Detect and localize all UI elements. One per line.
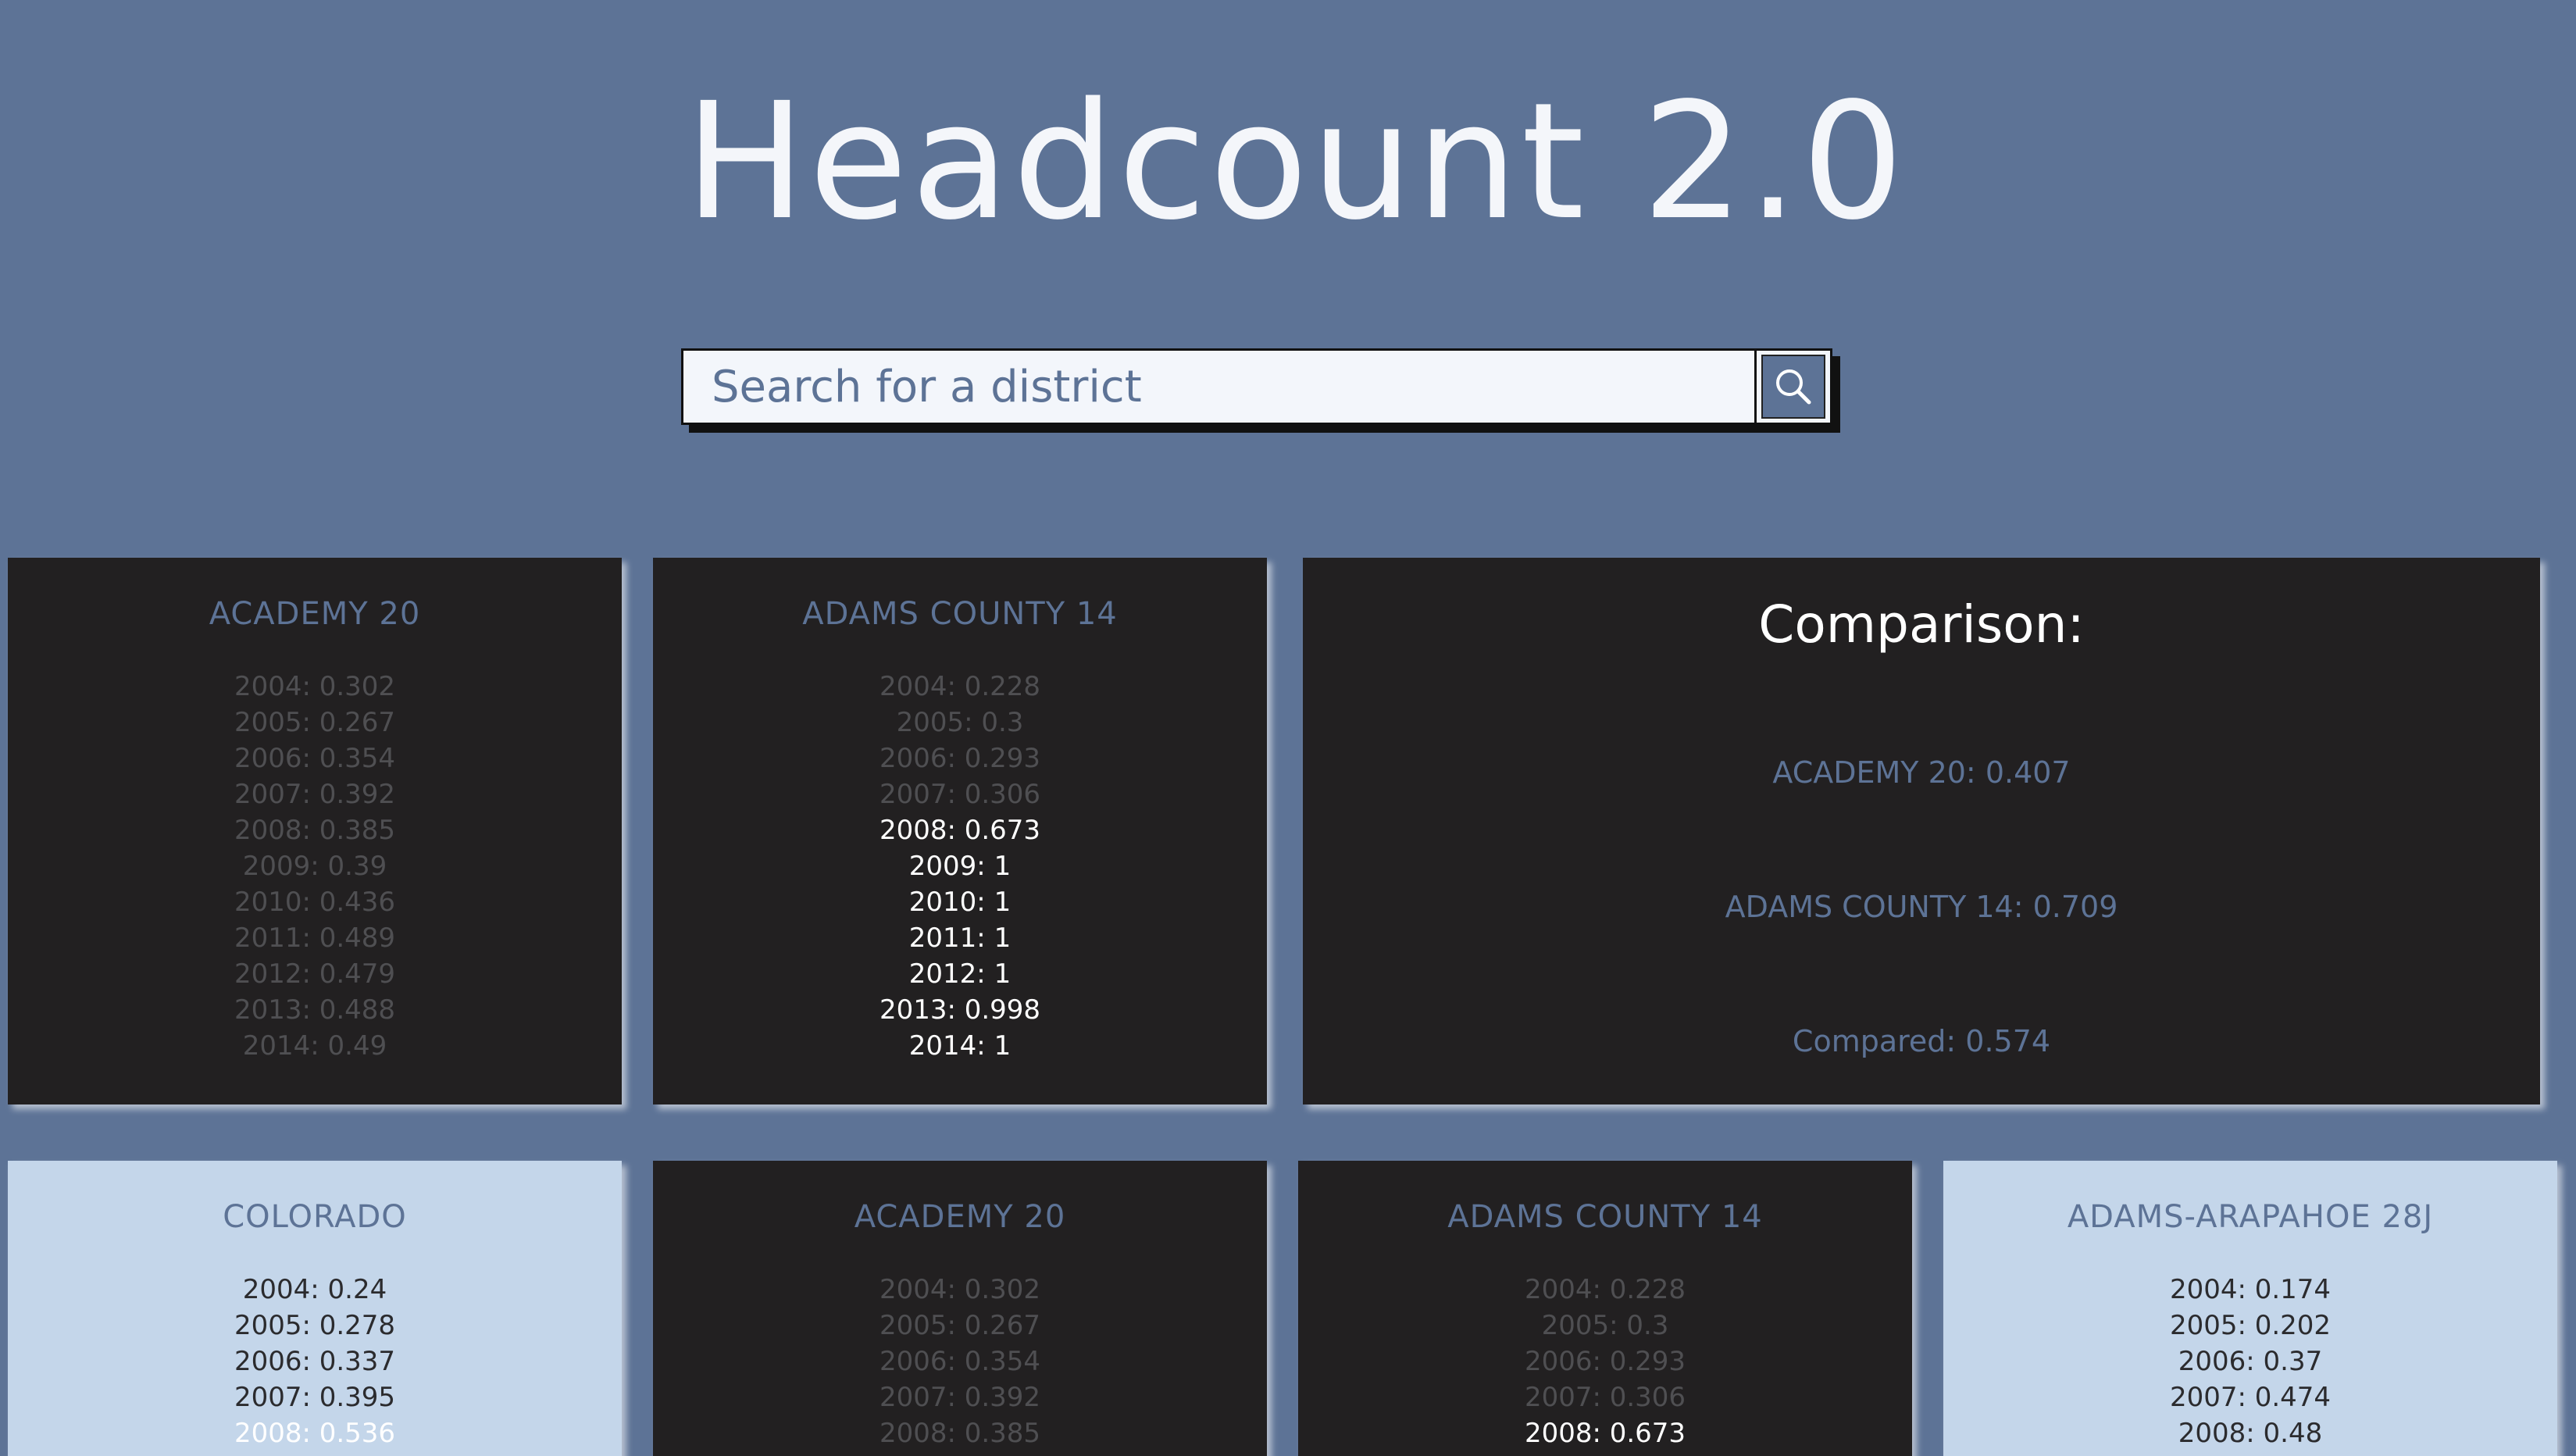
year-list: 2004: 0.302 2005: 0.267 2006: 0.354 2007: 0…	[653, 1272, 1267, 1451]
card-title: ADAMS COUNTY 14	[1447, 1199, 1763, 1235]
year-value: 2007: 0.306	[879, 779, 1041, 810]
year-value: 2008: 0.673	[879, 815, 1041, 846]
year-value: 2007: 0.395	[234, 1382, 396, 1413]
card-title: ACADEMY 20	[854, 1199, 1066, 1235]
year-value: 2014: 1	[908, 1030, 1011, 1062]
card-title: ACADEMY 20	[209, 596, 421, 632]
year-value: 2005: 0.278	[234, 1310, 396, 1341]
year-value: 2008: 0.385	[234, 815, 396, 846]
year-value: 2010: 0.436	[234, 887, 396, 918]
year-value: 2004: 0.228	[879, 671, 1041, 702]
year-value: 2007: 0.474	[2169, 1382, 2332, 1413]
year-value: 2013: 0.998	[879, 994, 1041, 1026]
year-value: 2008: 0.536	[234, 1418, 396, 1449]
year-value: 2006: 0.37	[2178, 1346, 2323, 1377]
district-card-adams-county-14[interactable]: ADAMS COUNTY 14 2004: 0.228 2005: 0.3 2006…	[1298, 1161, 1912, 1456]
selected-card-academy-20[interactable]: ACADEMY 20 2004: 0.302 2005: 0.267 2006: 0…	[8, 558, 622, 1104]
year-value: 2014: 0.49	[242, 1030, 387, 1062]
year-value: 2006: 0.354	[234, 743, 396, 774]
year-value: 2012: 1	[908, 958, 1011, 990]
comparison-district-1: ACADEMY 20: 0.407	[1772, 755, 2071, 790]
comparison-card: Comparison: ACADEMY 20: 0.407 ADAMS COUN…	[1303, 558, 2540, 1104]
year-list: 2004: 0.302 2005: 0.267 2006: 0.354 2007: 0…	[8, 669, 622, 1064]
selected-card-adams-county-14[interactable]: ADAMS COUNTY 14 2004: 0.228 2005: 0.3 2006…	[653, 558, 1267, 1104]
year-value: 2008: 0.48	[2178, 1418, 2323, 1449]
year-value: 2005: 0.3	[1541, 1310, 1669, 1341]
year-value: 2006: 0.354	[879, 1346, 1041, 1377]
card-title: COLORADO	[223, 1199, 407, 1235]
district-card-adams-arapahoe-28j[interactable]: ADAMS-ARAPAHOE 28J 2004: 0.174 2005: 0.20…	[1943, 1161, 2557, 1456]
year-value: 2007: 0.392	[234, 779, 396, 810]
year-value: 2006: 0.337	[234, 1346, 396, 1377]
year-value: 2006: 0.293	[879, 743, 1041, 774]
search-button[interactable]	[1754, 348, 1832, 425]
year-value: 2011: 0.489	[234, 922, 396, 954]
card-title: ADAMS-ARAPAHOE 28J	[2067, 1199, 2434, 1235]
comparison-result: Compared: 0.574	[1792, 1024, 2051, 1058]
year-value: 2004: 0.24	[242, 1274, 387, 1305]
year-value: 2004: 0.302	[879, 1274, 1041, 1305]
year-value: 2004: 0.174	[2169, 1274, 2332, 1305]
year-value: 2004: 0.302	[234, 671, 396, 702]
district-card-academy-20[interactable]: ACADEMY 20 2004: 0.302 2005: 0.267 2006: 0…	[653, 1161, 1267, 1456]
year-list: 2004: 0.228 2005: 0.3 2006: 0.293 2007: 0.3…	[653, 669, 1267, 1064]
year-value: 2005: 0.202	[2169, 1310, 2332, 1341]
app-title: Headcount 2.0	[684, 68, 1907, 255]
year-value: 2009: 1	[908, 851, 1011, 882]
app-page: Headcount 2.0 ACADEMY 20 2004: 0.302 2005…	[0, 0, 2576, 1456]
year-value: 2005: 0.3	[896, 707, 1024, 738]
year-value: 2008: 0.673	[1524, 1418, 1686, 1449]
year-value: 2006: 0.293	[1524, 1346, 1686, 1377]
search-bar	[681, 348, 1832, 425]
year-list: 2004: 0.174 2005: 0.202 2006: 0.37 2007: 0.…	[1943, 1272, 2557, 1451]
year-value: 2004: 0.228	[1524, 1274, 1686, 1305]
card-title: ADAMS COUNTY 14	[802, 596, 1118, 632]
year-value: 2011: 1	[908, 922, 1011, 954]
district-card-colorado[interactable]: COLORADO 2004: 0.24 2005: 0.278 2006: 0.33…	[8, 1161, 622, 1456]
search-button-face[interactable]	[1761, 355, 1825, 419]
comparison-district-2: ADAMS COUNTY 14: 0.709	[1725, 890, 2118, 924]
comparison-title: Comparison:	[1758, 594, 2085, 655]
year-value: 2012: 0.479	[234, 958, 396, 990]
year-list: 2004: 0.24 2005: 0.278 2006: 0.337 2007: 0.…	[8, 1272, 622, 1451]
search-icon	[1776, 369, 1811, 405]
year-value: 2010: 1	[908, 887, 1011, 918]
year-list: 2004: 0.228 2005: 0.3 2006: 0.293 2007: 0.3…	[1298, 1272, 1912, 1451]
year-value: 2005: 0.267	[234, 707, 396, 738]
search-input[interactable]	[681, 348, 1754, 425]
year-value: 2007: 0.392	[879, 1382, 1041, 1413]
year-value: 2007: 0.306	[1524, 1382, 1686, 1413]
year-value: 2008: 0.385	[879, 1418, 1041, 1449]
year-value: 2009: 0.39	[242, 851, 387, 882]
year-value: 2013: 0.488	[234, 994, 396, 1026]
year-value: 2005: 0.267	[879, 1310, 1041, 1341]
